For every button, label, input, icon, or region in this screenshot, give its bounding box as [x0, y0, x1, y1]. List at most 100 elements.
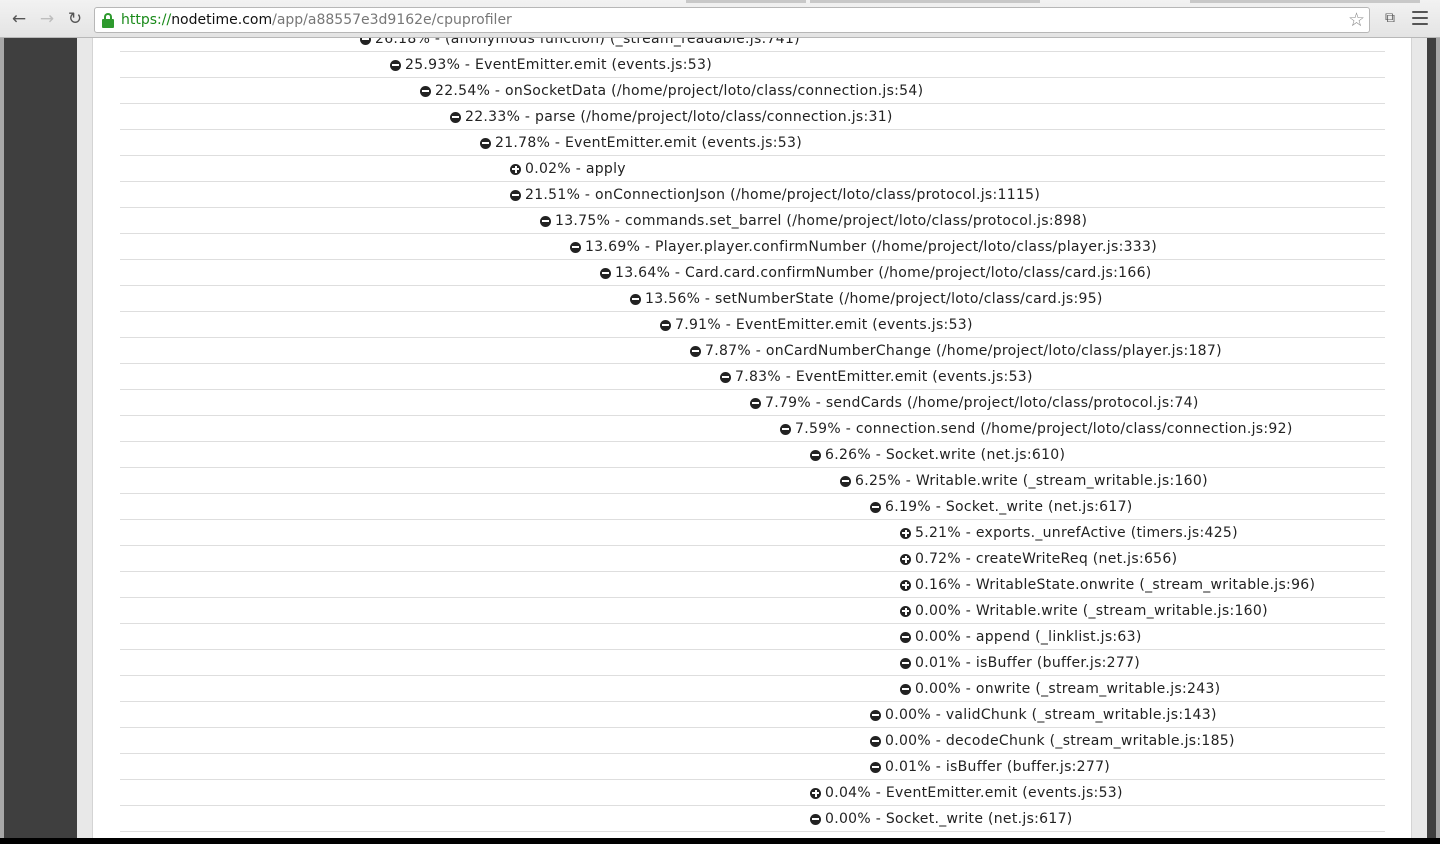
- expand-plus-icon[interactable]: [900, 579, 911, 591]
- profile-node[interactable]: 6.25% - Writable.write (_stream_writable…: [840, 472, 1208, 490]
- profile-node-label: 0.02% - apply: [525, 161, 626, 177]
- profile-node[interactable]: 7.79% - sendCards (/home/project/loto/cl…: [750, 394, 1199, 412]
- collapse-minus-icon[interactable]: [870, 761, 881, 773]
- profile-row: 0.02% - apply: [120, 156, 1385, 182]
- expand-plus-icon[interactable]: [900, 605, 911, 617]
- profile-node[interactable]: 26.18% - (anonymous function) (_stream_r…: [360, 38, 800, 48]
- reload-button[interactable]: ↻: [64, 8, 86, 30]
- collapse-minus-icon[interactable]: [900, 657, 911, 669]
- url-text: https://nodetime.com/app/a88557e3d9162e/…: [121, 8, 512, 32]
- profile-node[interactable]: 13.69% - Player.player.confirmNumber (/h…: [570, 238, 1157, 256]
- profile-node[interactable]: 7.59% - connection.send (/home/project/l…: [780, 420, 1293, 438]
- profile-node[interactable]: 0.04% - EventEmitter.emit (events.js:53): [810, 784, 1123, 802]
- profile-node-label: 0.00% - append (_linklist.js:63): [915, 629, 1142, 645]
- profile-node[interactable]: 13.75% - commands.set_barrel (/home/proj…: [540, 212, 1087, 230]
- collapse-minus-icon[interactable]: [900, 683, 911, 695]
- collapse-minus-icon[interactable]: [780, 423, 791, 435]
- profile-node[interactable]: 0.01% - isBuffer (buffer.js:277): [900, 654, 1140, 672]
- profile-node-label: 13.69% - Player.player.confirmNumber (/h…: [585, 239, 1157, 255]
- profile-node[interactable]: 5.21% - exports._unrefActive (timers.js:…: [900, 524, 1238, 542]
- profile-node[interactable]: 21.51% - onConnectionJson (/home/project…: [510, 186, 1040, 204]
- bookmark-star-icon[interactable]: ☆: [1348, 8, 1365, 32]
- profile-node[interactable]: 22.54% - onSocketData (/home/project/lot…: [420, 82, 923, 100]
- collapse-minus-icon[interactable]: [810, 449, 821, 461]
- collapse-minus-icon[interactable]: [540, 215, 551, 227]
- collapse-minus-icon[interactable]: [480, 137, 491, 149]
- profile-node[interactable]: 7.87% - onCardNumberChange (/home/projec…: [690, 342, 1222, 360]
- collapse-minus-icon[interactable]: [420, 85, 431, 97]
- profile-node-label: 0.00% - Socket._write (net.js:617): [825, 811, 1073, 827]
- collapse-minus-icon[interactable]: [840, 475, 851, 487]
- collapse-minus-icon[interactable]: [750, 397, 761, 409]
- expand-plus-icon[interactable]: [510, 163, 521, 175]
- forward-arrow-icon: →: [39, 8, 55, 29]
- collapse-minus-icon[interactable]: [870, 735, 881, 747]
- back-button[interactable]: ←: [8, 8, 30, 30]
- collapse-minus-icon[interactable]: [600, 267, 611, 279]
- profile-node[interactable]: 0.16% - WritableState.onwrite (_stream_w…: [900, 576, 1315, 594]
- collapse-minus-icon[interactable]: [570, 241, 581, 253]
- collapse-minus-icon[interactable]: [390, 59, 401, 71]
- url-scheme: https://: [121, 12, 172, 28]
- expand-plus-icon[interactable]: [900, 527, 911, 539]
- profile-row: 7.59% - connection.send (/home/project/l…: [120, 416, 1385, 442]
- profile-node[interactable]: 0.01% - isBuffer (buffer.js:277): [870, 758, 1110, 776]
- collapse-minus-icon[interactable]: [510, 189, 521, 201]
- expand-plus-icon[interactable]: [900, 553, 911, 565]
- profile-node[interactable]: 7.91% - EventEmitter.emit (events.js:53): [660, 316, 973, 334]
- address-bar[interactable]: https://nodetime.com/app/a88557e3d9162e/…: [94, 7, 1370, 33]
- collapse-minus-icon[interactable]: [870, 709, 881, 721]
- profile-row: 6.25% - Writable.write (_stream_writable…: [120, 468, 1385, 494]
- profile-row: 13.64% - Card.card.confirmNumber (/home/…: [120, 260, 1385, 286]
- profile-node[interactable]: 0.00% - validChunk (_stream_writable.js:…: [870, 706, 1217, 724]
- profile-row: 0.00% - append (_linklist.js:63): [120, 624, 1385, 650]
- profile-row: 0.01% - isBuffer (buffer.js:277): [120, 650, 1385, 676]
- profile-row: 13.69% - Player.player.confirmNumber (/h…: [120, 234, 1385, 260]
- tab-edge: [810, 0, 1040, 3]
- collapse-minus-icon[interactable]: [450, 111, 461, 123]
- profile-node-label: 21.78% - EventEmitter.emit (events.js:53…: [495, 135, 802, 151]
- profile-node[interactable]: 21.78% - EventEmitter.emit (events.js:53…: [480, 134, 802, 152]
- hamburger-menu-icon[interactable]: [1412, 11, 1428, 25]
- profile-node[interactable]: 13.56% - setNumberState (/home/project/l…: [630, 290, 1103, 308]
- profile-node[interactable]: 6.19% - Socket._write (net.js:617): [870, 498, 1133, 516]
- collapse-minus-icon[interactable]: [630, 293, 641, 305]
- collapse-minus-icon[interactable]: [870, 501, 881, 513]
- collapse-minus-icon[interactable]: [360, 38, 371, 45]
- profile-node[interactable]: 0.00% - append (_linklist.js:63): [900, 628, 1142, 646]
- collapse-minus-icon[interactable]: [810, 813, 821, 825]
- profile-row: 21.78% - EventEmitter.emit (events.js:53…: [120, 130, 1385, 156]
- profile-node[interactable]: 6.26% - Socket.write (net.js:610): [810, 446, 1065, 464]
- reload-icon: ↻: [67, 8, 83, 29]
- profile-node[interactable]: 0.00% - Writable.write (_stream_writable…: [900, 602, 1268, 620]
- profile-row: 7.87% - onCardNumberChange (/home/projec…: [120, 338, 1385, 364]
- profile-node-label: 22.33% - parse (/home/project/loto/class…: [465, 109, 893, 125]
- profile-node[interactable]: 0.72% - createWriteReq (net.js:656): [900, 550, 1177, 568]
- profile-row: 7.91% - EventEmitter.emit (events.js:53): [120, 312, 1385, 338]
- profile-node[interactable]: 25.93% - EventEmitter.emit (events.js:53…: [390, 56, 712, 74]
- profile-node[interactable]: 0.00% - decodeChunk (_stream_writable.js…: [870, 732, 1235, 750]
- collapse-minus-icon[interactable]: [690, 345, 701, 357]
- collapse-minus-icon[interactable]: [660, 319, 671, 331]
- forward-button[interactable]: →: [36, 8, 58, 30]
- profile-node[interactable]: 13.64% - Card.card.confirmNumber (/home/…: [600, 264, 1152, 282]
- profile-node[interactable]: 0.00% - onwrite (_stream_writable.js:243…: [900, 680, 1220, 698]
- profile-node-label: 7.83% - EventEmitter.emit (events.js:53): [735, 369, 1033, 385]
- profile-node-label: 26.18% - (anonymous function) (_stream_r…: [375, 38, 800, 47]
- profile-node[interactable]: 0.02% - apply: [510, 160, 626, 178]
- profile-node[interactable]: 22.33% - parse (/home/project/loto/class…: [450, 108, 893, 126]
- profile-row: 0.00% - Socket._write (net.js:617): [120, 806, 1385, 832]
- profile-node-label: 0.01% - isBuffer (buffer.js:277): [885, 759, 1111, 775]
- profile-node-label: 0.00% - onwrite (_stream_writable.js:243…: [915, 681, 1221, 697]
- profile-node-label: 22.54% - onSocketData (/home/project/lot…: [435, 83, 924, 99]
- extension-icon[interactable]: ⧉: [1382, 10, 1398, 26]
- collapse-minus-icon[interactable]: [900, 631, 911, 643]
- profile-node[interactable]: 0.00% - Socket._write (net.js:617): [810, 810, 1073, 828]
- expand-plus-icon[interactable]: [810, 787, 821, 799]
- collapse-minus-icon[interactable]: [720, 371, 731, 383]
- profile-node-label: 13.64% - Card.card.confirmNumber (/home/…: [615, 265, 1152, 281]
- profile-node[interactable]: 7.83% - EventEmitter.emit (events.js:53): [720, 368, 1033, 386]
- profile-row: 0.04% - EventEmitter.emit (events.js:53): [120, 780, 1385, 806]
- profile-node-label: 0.72% - createWriteReq (net.js:656): [915, 551, 1178, 567]
- back-arrow-icon: ←: [11, 8, 27, 29]
